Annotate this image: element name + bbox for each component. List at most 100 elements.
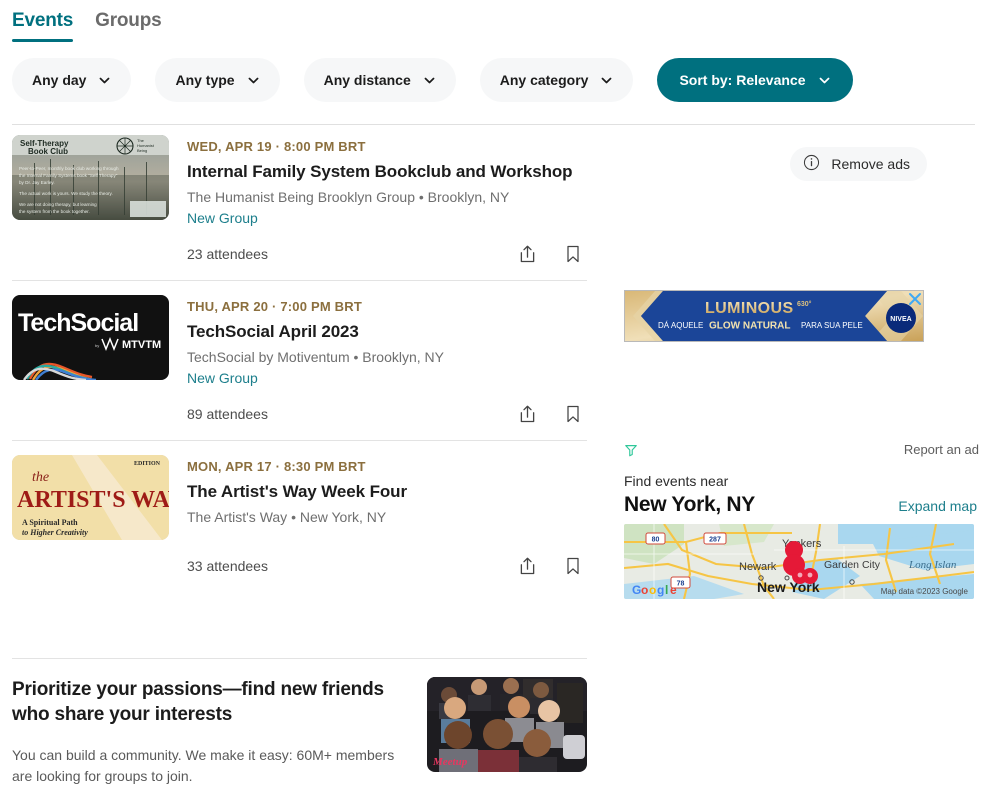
event-datetime: WED, APR 19 · 8:00 PM BRT — [187, 139, 366, 154]
filter-any-category-label: Any category — [499, 72, 589, 88]
svg-text:The actual work is yours. We s: The actual work is yours. We study the t… — [19, 191, 113, 196]
tab-events[interactable]: Events — [12, 10, 73, 42]
community-promo-banner: Prioritize your passions—find new friend… — [12, 658, 587, 787]
event-thumbnail: TechSocial by MTVTM — [12, 295, 169, 380]
share-icon[interactable] — [515, 402, 539, 426]
svg-text:GLOW NATURAL: GLOW NATURAL — [709, 321, 790, 332]
chevron-down-icon — [423, 74, 436, 87]
event-card-top: Self-Therapy Book Club The Humanist Bein… — [12, 135, 587, 228]
find-events-near-label: Find events near — [624, 473, 729, 489]
svg-text:EDITION: EDITION — [134, 461, 161, 467]
share-icon[interactable] — [515, 554, 539, 578]
bookmark-icon[interactable] — [561, 242, 585, 266]
report-an-ad-link[interactable]: Report an ad — [904, 442, 979, 457]
ad-banner[interactable]: LUMINOUS 630° DÁ AQUELE GLOW NATURAL PAR… — [624, 290, 924, 342]
event-group-location: TechSocial by Motiventum • Brooklyn, NY — [187, 349, 445, 365]
bookmark-icon[interactable] — [561, 402, 585, 426]
svg-text:PARA SUA PELE: PARA SUA PELE — [801, 321, 863, 330]
event-details: MON, APR 17 · 8:30 PM BRT The Artist's W… — [187, 455, 587, 540]
filter-any-type[interactable]: Any type — [155, 58, 280, 102]
svg-text:Meetup: Meetup — [432, 756, 468, 768]
svg-text:e: e — [670, 583, 677, 597]
svg-text:TechSocial: TechSocial — [18, 309, 138, 337]
event-card-actions — [515, 242, 585, 266]
filter-any-day[interactable]: Any day — [12, 58, 132, 102]
events-location-map[interactable]: 80 287 78 Yonkers Newark Garden City Lon… — [624, 524, 974, 599]
event-datetime: MON, APR 17 · 8:30 PM BRT — [187, 459, 366, 474]
event-card-footer: 89 attendees — [12, 402, 587, 426]
info-icon — [803, 154, 820, 174]
event-card[interactable]: TechSocial by MTVTM THU, APR 20 · 7:00 P… — [12, 280, 587, 440]
svg-text:Garden City: Garden City — [824, 559, 881, 571]
svg-text:630°: 630° — [797, 300, 812, 308]
bookmark-icon[interactable] — [561, 554, 585, 578]
event-details: THU, APR 20 · 7:00 PM BRT TechSocial Apr… — [187, 295, 587, 388]
svg-text:ARTIST'S WAY: ARTIST'S WAY — [17, 487, 169, 513]
svg-text:80: 80 — [652, 537, 660, 544]
event-results-list: Self-Therapy Book Club The Humanist Bein… — [12, 135, 587, 592]
current-location-city: New York, NY — [624, 493, 756, 516]
event-datetime: THU, APR 20 · 7:00 PM BRT — [187, 299, 362, 314]
filter-any-distance[interactable]: Any distance — [303, 58, 456, 102]
svg-text:the system from the book toget: the system from the book together. — [19, 209, 90, 214]
tab-events-label: Events — [12, 10, 74, 31]
filter-any-category[interactable]: Any category — [479, 58, 634, 102]
svg-text:the: the — [32, 470, 49, 485]
svg-text:Long Islan: Long Islan — [908, 559, 957, 571]
event-new-group-badge[interactable]: New Group — [187, 369, 258, 387]
svg-text:We are not doing therapy, but: We are not doing therapy, but learning — [19, 202, 97, 207]
promo-title: Prioritize your passions—find new friend… — [12, 679, 384, 725]
sort-by-label: Sort by: Relevance — [679, 72, 806, 88]
svg-text:the Internal Family Systems bo: the Internal Family Systems book "Self T… — [19, 173, 118, 178]
svg-text:Newark: Newark — [739, 561, 777, 573]
event-card-top: EDITION the ARTIST'S WAY A Spiritual Pat… — [12, 455, 587, 540]
tab-groups[interactable]: Groups — [95, 10, 162, 42]
event-title[interactable]: Internal Family System Bookclub and Work… — [187, 161, 587, 182]
sort-by-button[interactable]: Sort by: Relevance — [657, 58, 853, 102]
chevron-down-icon — [818, 74, 831, 87]
event-title[interactable]: The Artist's Way Week Four — [187, 481, 587, 502]
event-details: WED, APR 19 · 8:00 PM BRT Internal Famil… — [187, 135, 587, 228]
event-card-top: TechSocial by MTVTM THU, APR 20 · 7:00 P… — [12, 295, 587, 388]
remove-ads-button[interactable]: Remove ads — [790, 147, 927, 181]
svg-text:by Dr. Jay Earley.: by Dr. Jay Earley. — [19, 180, 55, 185]
svg-text:MTVTM: MTVTM — [122, 339, 161, 351]
event-thumbnail: EDITION the ARTIST'S WAY A Spiritual Pat… — [12, 455, 169, 540]
event-group-location: The Artist's Way • New York, NY — [187, 509, 387, 525]
svg-text:l: l — [665, 583, 668, 597]
event-card[interactable]: Self-Therapy Book Club The Humanist Bein… — [12, 135, 587, 280]
expand-map-link[interactable]: Expand map — [898, 498, 977, 514]
svg-text:Map data ©2023 Google: Map data ©2023 Google — [881, 587, 969, 596]
filter-bar: Any day Any type Any distance Any catego… — [12, 58, 853, 102]
svg-text:o: o — [641, 583, 648, 597]
promo-text-block: Prioritize your passions—find new friend… — [12, 677, 401, 787]
ad-footer: Report an ad — [624, 442, 979, 457]
svg-text:DÁ AQUELE: DÁ AQUELE — [658, 321, 703, 330]
svg-text:o: o — [649, 583, 656, 597]
event-attendees-count: 33 attendees — [187, 558, 268, 574]
events-search-page: Events Groups Any day Any type Any dista… — [0, 0, 987, 796]
svg-text:by: by — [95, 343, 99, 348]
promo-subtitle: You can build a community. We make it ea… — [12, 747, 395, 784]
svg-text:to Higher Creativity: to Higher Creativity — [22, 528, 88, 537]
share-icon[interactable] — [515, 242, 539, 266]
results-tabs: Events Groups — [12, 10, 162, 42]
filter-bar-divider — [12, 124, 975, 125]
chevron-down-icon — [98, 74, 111, 87]
svg-text:NIVEA: NIVEA — [890, 316, 911, 323]
adchoices-icon[interactable] — [624, 443, 638, 457]
chevron-down-icon — [600, 74, 613, 87]
event-card-footer: 23 attendees — [12, 242, 587, 266]
event-title[interactable]: TechSocial April 2023 — [187, 321, 587, 342]
svg-text:Peer-to-Peer, monthly book clu: Peer-to-Peer, monthly book club working … — [19, 166, 119, 171]
event-attendees-count: 23 attendees — [187, 246, 268, 262]
svg-text:LUMINOUS: LUMINOUS — [705, 300, 794, 317]
svg-text:287: 287 — [709, 537, 721, 544]
tab-groups-label: Groups — [95, 10, 162, 31]
svg-text:g: g — [657, 583, 664, 597]
event-thumbnail: Self-Therapy Book Club The Humanist Bein… — [12, 135, 169, 220]
event-new-group-badge[interactable]: New Group — [187, 209, 258, 227]
event-card[interactable]: EDITION the ARTIST'S WAY A Spiritual Pat… — [12, 440, 587, 592]
event-attendees-count: 89 attendees — [187, 406, 268, 422]
chevron-down-icon — [247, 74, 260, 87]
